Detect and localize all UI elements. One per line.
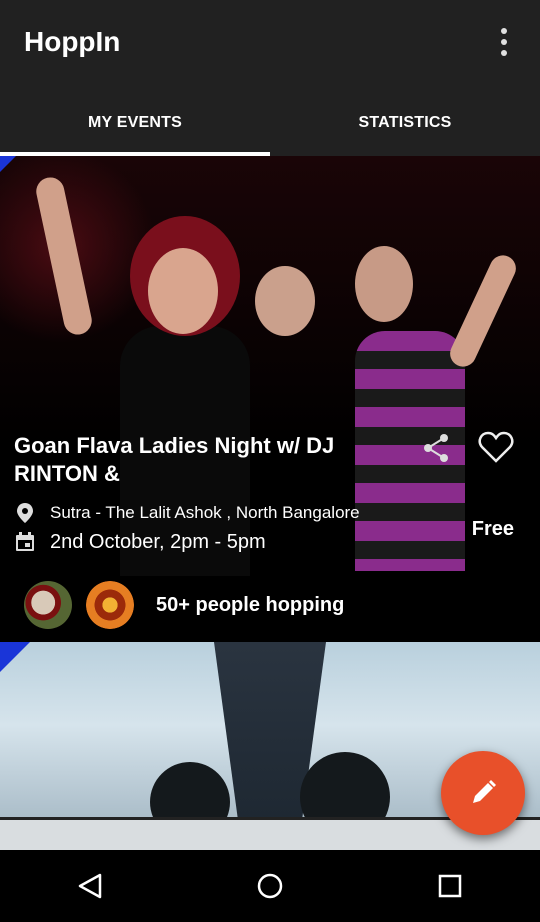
event-price: Free	[471, 518, 514, 540]
home-icon[interactable]	[250, 866, 290, 906]
app-title: HoppIn	[24, 26, 121, 57]
avatar[interactable]	[24, 581, 72, 629]
hoppers-count: 50+ people hopping	[156, 593, 345, 616]
corner-flag	[0, 156, 16, 172]
overflow-menu-icon[interactable]	[488, 24, 520, 60]
app-bar: HoppIn MY EVENTS STATISTICS	[0, 0, 540, 156]
tab-bar: MY EVENTS STATISTICS	[0, 90, 540, 156]
share-icon[interactable]	[420, 432, 452, 464]
back-icon[interactable]	[70, 866, 110, 906]
date-row: 2nd October, 2pm - 5pm	[14, 528, 266, 556]
event-date: 2nd October, 2pm - 5pm	[50, 530, 266, 553]
calendar-icon	[16, 532, 34, 551]
avatar[interactable]	[86, 581, 134, 629]
corner-flag	[0, 642, 30, 672]
tab-statistics[interactable]: STATISTICS	[270, 90, 540, 156]
event-venue: Sutra - The Lalit Ashok , North Bangalor…	[50, 503, 360, 522]
heart-icon[interactable]	[478, 430, 514, 464]
recents-icon[interactable]	[430, 866, 470, 906]
venue-row: Sutra - The Lalit Ashok , North Bangalor…	[14, 500, 360, 526]
tab-my-events[interactable]: MY EVENTS	[0, 90, 270, 156]
system-nav-bar	[0, 850, 540, 922]
location-pin-icon	[17, 503, 33, 523]
event-card[interactable]: Goan Flava Ladies Night w/ DJ RINTON & S…	[0, 156, 540, 642]
event-title: Goan Flava Ladies Night w/ DJ RINTON &	[14, 433, 335, 486]
hoppers-row[interactable]: 50+ people hopping	[24, 580, 344, 630]
create-event-button[interactable]	[441, 751, 525, 835]
pencil-icon	[473, 780, 496, 803]
